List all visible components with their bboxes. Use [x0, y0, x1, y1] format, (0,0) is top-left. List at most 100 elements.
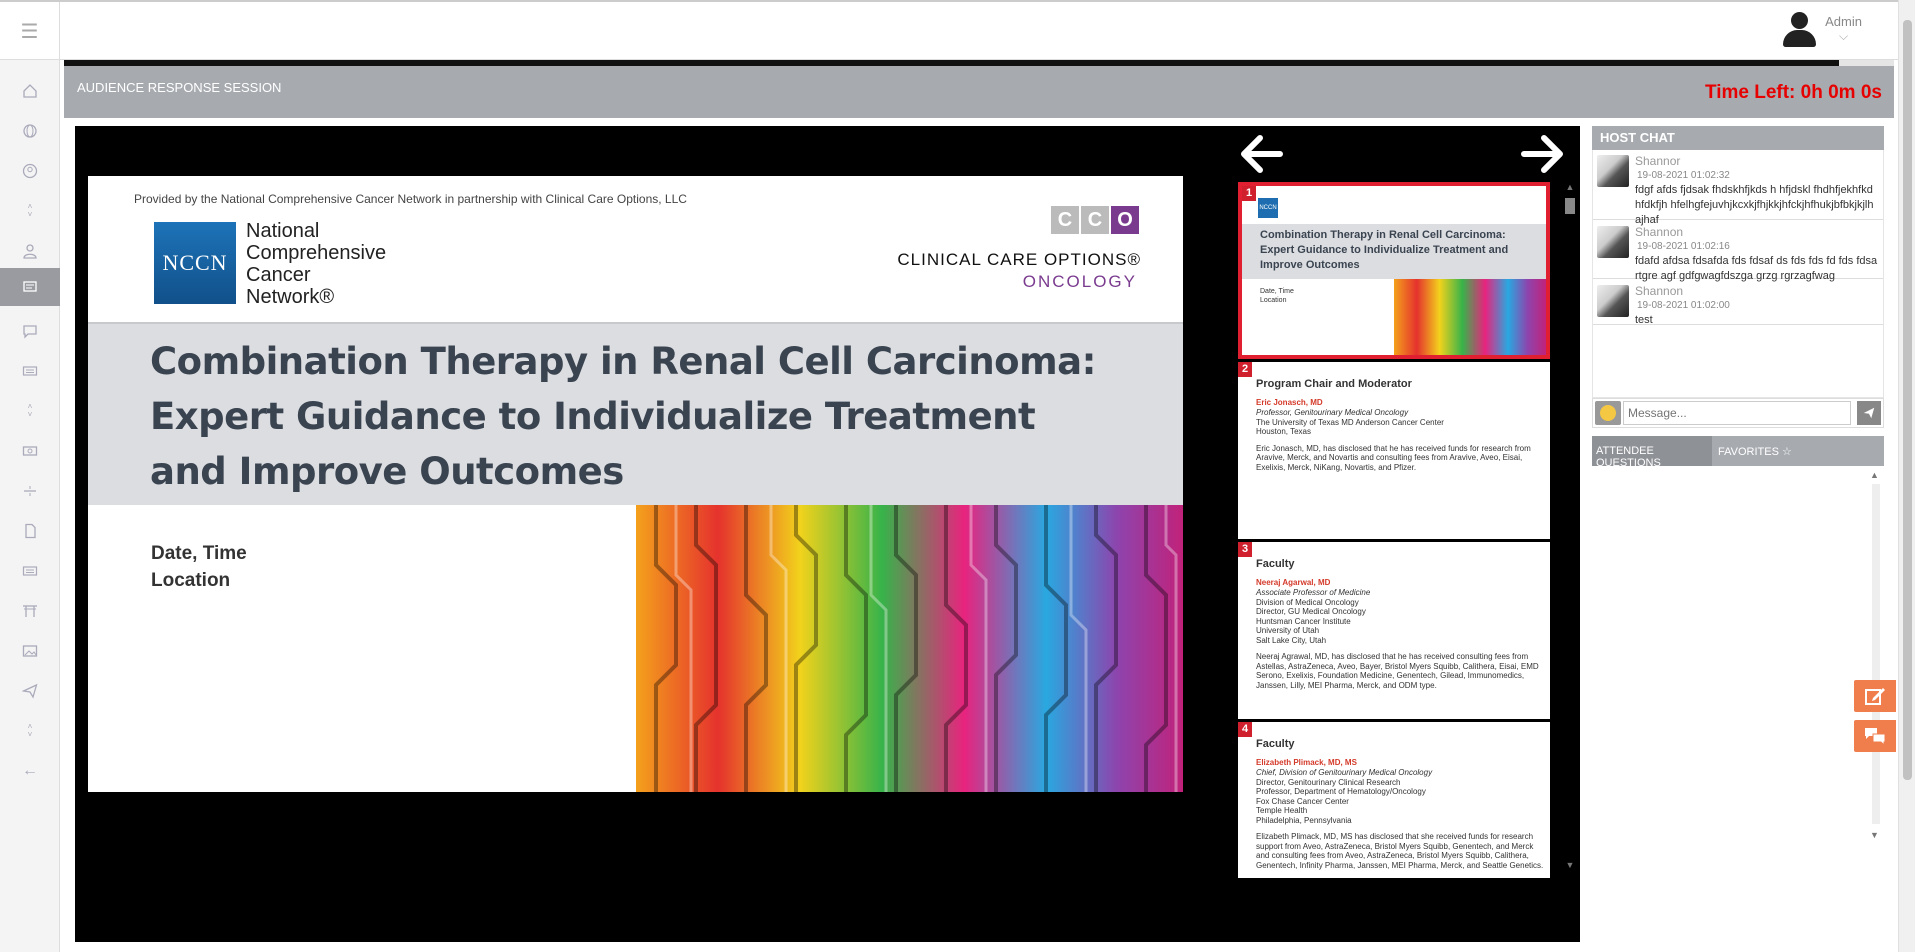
thumbnail-line: Salt Lake City, Utah [1256, 635, 1327, 645]
scroll-down-icon[interactable]: ▼ [1564, 860, 1576, 872]
user-info: Admin ⌵ [1825, 13, 1862, 44]
session-title: AUDIENCE RESPONSE SESSION [77, 80, 282, 95]
globe-icon [23, 124, 37, 138]
presentation-stage: Provided by the National Comprehensive C… [75, 126, 1580, 942]
tab-attendee-questions[interactable]: ATTENDEE QUESTIONS [1592, 436, 1712, 469]
sidebar-item-money[interactable] [0, 432, 60, 470]
sidebar-item-gate[interactable] [0, 592, 60, 630]
sidebar-item-images[interactable] [0, 632, 60, 670]
user-name: Admin [1825, 13, 1862, 29]
top-bar: ☰ Admin ⌵ [0, 0, 1898, 60]
host-chat-panel: HOST CHAT Shannor 19-08-2021 01:02:32 fd… [1592, 126, 1886, 952]
arrows-vertical-icon: ˄ ˅ [27, 202, 33, 219]
thumbnail-line: Director, Genitourinary Clinical Researc… [1256, 777, 1401, 787]
scroll-up-icon[interactable]: ▲ [1870, 470, 1879, 480]
chat-message: Shannor 19-08-2021 01:02:32 fdgf afds fj… [1593, 150, 1883, 226]
message-time: 19-08-2021 01:02:16 [1637, 241, 1730, 252]
thumbnail-line: Date, Time [1260, 288, 1294, 295]
message-text: test [1635, 314, 1653, 326]
message-author: Shannor [1635, 154, 1681, 168]
thumbnail-line: Eric Jonasch, MD, has disclosed that he … [1256, 443, 1531, 453]
page-scrollbar[interactable] [1898, 0, 1915, 952]
sidebar-item-sort-1[interactable]: ˄ ˅ [0, 192, 60, 230]
nccn-logo: NCCN [154, 222, 236, 304]
sidebar-item-profile[interactable] [0, 152, 60, 190]
thumbnail-title: Faculty [1256, 558, 1295, 570]
sidebar-item-divider[interactable] [0, 472, 60, 510]
scrollbar-thumb[interactable] [1565, 198, 1575, 214]
nccn-name-line: National [246, 220, 320, 242]
message-time: 19-08-2021 01:02:00 [1637, 300, 1730, 311]
scrollbar-track[interactable] [1872, 484, 1880, 824]
questions-scrollbar[interactable]: ▲ ▼ [1870, 470, 1882, 840]
chat-message-input[interactable] [1623, 401, 1851, 425]
send-icon [22, 683, 38, 699]
page-scrollbar-thumb[interactable] [1903, 20, 1912, 780]
thumbnail-line: Professor, Genitourinary Medical Oncolog… [1256, 408, 1409, 417]
back-arrow-icon: ← [22, 762, 38, 779]
thumbnails-scrollbar[interactable]: ▲ ▼ [1564, 182, 1576, 872]
sidebar-item-chat[interactable] [0, 312, 60, 350]
slide-location: Location [151, 570, 231, 591]
main-content: AUDIENCE RESPONSE SESSION Time Left: 0h … [64, 60, 1894, 952]
sidebar-item-send[interactable] [0, 672, 60, 710]
chat-message: Shannon 19-08-2021 01:02:00 test [1593, 280, 1883, 326]
thumbnail-line: and consulting fees from Aveo, AstraZene… [1256, 851, 1529, 860]
thumbnail-line: Genentech, Infinity Pharma, Janssen, MEI… [1256, 860, 1544, 870]
slide-thumbnail-2[interactable]: 2 Program Chair and Moderator Eric Jonas… [1238, 362, 1550, 539]
sidebar-item-home[interactable] [0, 72, 60, 110]
floating-edit-button[interactable] [1854, 680, 1896, 712]
hamburger-icon[interactable]: ☰ [0, 2, 60, 60]
host-chat-header: HOST CHAT [1592, 126, 1884, 150]
emoji-icon[interactable] [1595, 401, 1621, 425]
thumbnail-line: Huntsman Cancer Institute [1256, 616, 1351, 626]
thumbnail-line: Eric Jonasch, MD [1256, 398, 1323, 407]
sidebar-item-users[interactable] [0, 232, 60, 270]
thumbnail-line: Chief, Division of Genitourinary Medical… [1256, 768, 1433, 777]
scroll-up-icon[interactable]: ▲ [1564, 182, 1576, 194]
previous-slide-arrow-icon[interactable] [1238, 132, 1286, 176]
floating-chat-button[interactable] [1854, 720, 1896, 752]
nccn-name-line: Network® [246, 286, 335, 308]
sidebar-item-sort-3[interactable]: ˄ ˅ [0, 712, 60, 750]
sidebar: ˄ ˅ ˄ ˅ ˄ ˅ ← [0, 60, 60, 952]
slide-thumbnail-1[interactable]: 1 NCCN Combination Therapy in Renal Cell… [1238, 182, 1550, 359]
tab-favorites[interactable]: FAVORITES ☆ [1714, 436, 1814, 466]
slide-colorful-artwork [636, 505, 1183, 792]
nccn-name-line: Cancer [246, 264, 311, 286]
user-menu[interactable]: Admin ⌵ [1781, 10, 1862, 48]
chat-icon [23, 325, 37, 339]
arrows-vertical-icon: ˄ ˅ [27, 402, 33, 419]
edit-icon [1865, 688, 1885, 705]
sidebar-item-globe[interactable] [0, 112, 60, 150]
questions-tabs: ATTENDEE QUESTIONS FAVORITES ☆ [1592, 436, 1884, 469]
next-slide-arrow-icon[interactable] [1518, 132, 1566, 176]
chat-bubbles-icon [1865, 728, 1886, 747]
current-slide: Provided by the National Comprehensive C… [88, 176, 1183, 792]
app-root: ☰ Admin ⌵ ˄ ˅ ˄ ˅ ˄ ˅ ← AUDIENCE RESPONS… [0, 0, 1915, 952]
keyboard-icon [22, 366, 38, 376]
sidebar-item-keyboard[interactable] [0, 352, 60, 390]
thumbnail-title: Faculty [1256, 738, 1295, 750]
divider-icon [24, 486, 36, 496]
cco-name: CLINICAL CARE OPTIONS® [897, 250, 1141, 269]
chevron-down-icon[interactable]: ⌵ [1825, 29, 1862, 44]
scroll-down-icon[interactable]: ▼ [1870, 830, 1879, 840]
thumbnail-artwork [1394, 279, 1546, 355]
chat-message-list: Shannor 19-08-2021 01:02:32 fdgf afds fj… [1592, 150, 1884, 398]
sidebar-item-keyboard-2[interactable] [0, 552, 60, 590]
thumbnail-line: Serono, Exelixis, Foundation Medicine, G… [1256, 671, 1525, 680]
time-left: Time Left: 0h 0m 0s [1704, 82, 1882, 103]
document-icon [25, 523, 36, 539]
sidebar-item-back[interactable]: ← [0, 752, 60, 790]
thumbnail-line: Location [1260, 297, 1287, 304]
user-icon [23, 244, 37, 259]
send-message-button[interactable] [1857, 401, 1881, 425]
sidebar-item-presentation[interactable] [0, 268, 60, 306]
slide-thumbnail-4[interactable]: 4 Faculty Elizabeth Plimack, MD, MS Chief… [1238, 722, 1550, 878]
thumbnail-line: Professor, Department of Hematology/Onco… [1256, 787, 1426, 796]
attendee-questions-list: ▲ ▼ [1592, 466, 1884, 844]
sidebar-item-documents[interactable] [0, 512, 60, 550]
slide-thumbnail-3[interactable]: 3 Faculty Neeraj Agarwal, MD Associate Pr… [1238, 542, 1550, 719]
sidebar-item-sort-2[interactable]: ˄ ˅ [0, 392, 60, 430]
